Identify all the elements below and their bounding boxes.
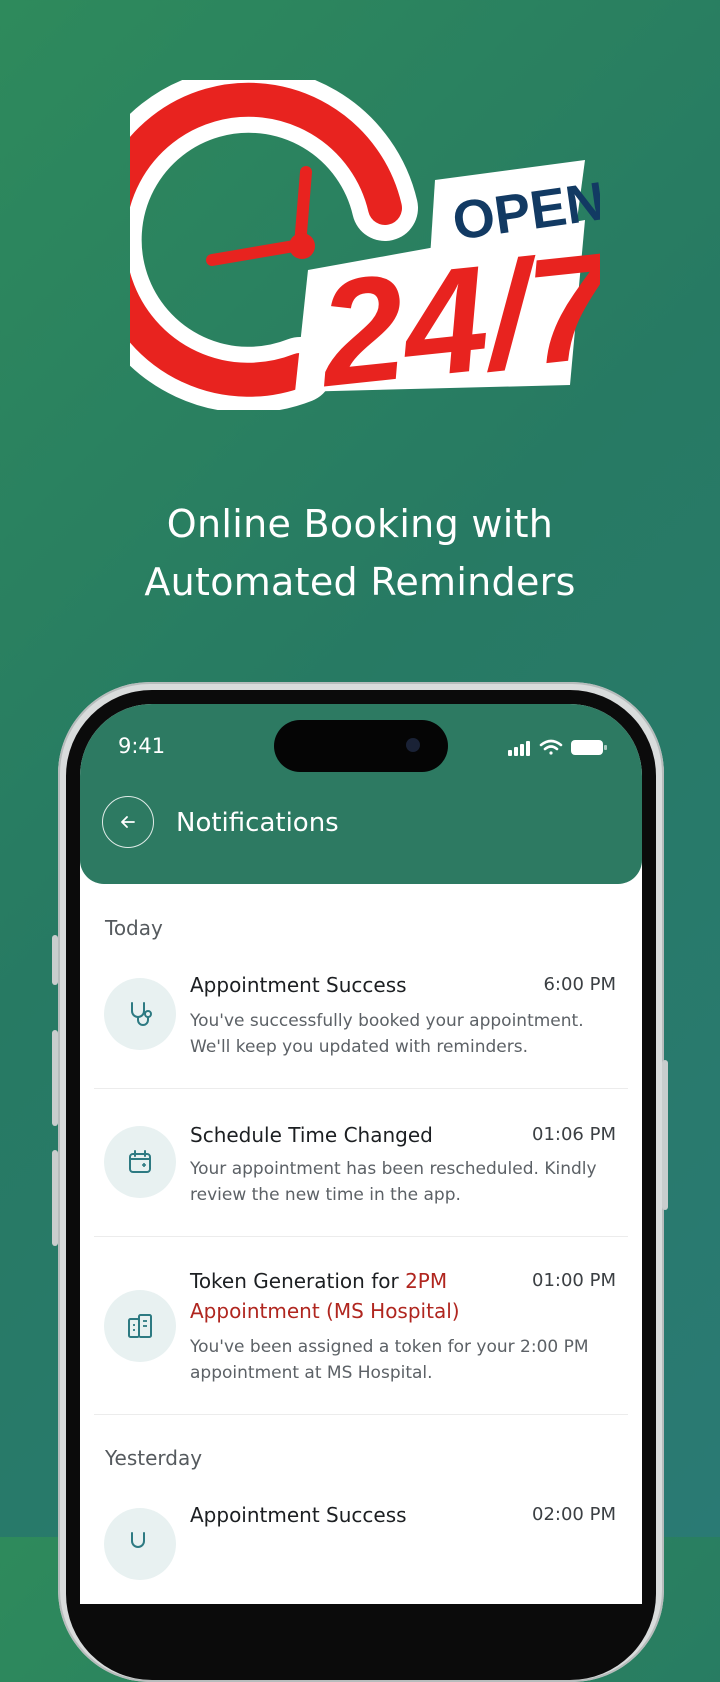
section-label-today: Today	[105, 916, 163, 940]
notification-icon	[104, 978, 176, 1050]
phone-side-button	[52, 935, 58, 985]
section-label-yesterday: Yesterday	[105, 1446, 203, 1470]
signal-icon	[508, 741, 530, 756]
notification-time: 02:00 PM	[532, 1504, 616, 1525]
phone-screen: 9:41 Notifications Today Appointment Suc…	[80, 704, 642, 1604]
status-icons	[508, 739, 607, 756]
notification-item[interactable]: Token Generation for 2PM Appointment (MS…	[80, 1264, 642, 1414]
phone-side-button	[52, 1150, 58, 1246]
arrow-left-icon	[121, 816, 135, 828]
notifications-header: 9:41 Notifications	[80, 704, 642, 884]
battery-icon	[571, 740, 607, 755]
notification-item[interactable]: Schedule Time Changed 01:06 PM Your appo…	[80, 1116, 642, 1238]
notification-item[interactable]: Appointment Success 02:00 PM	[80, 1496, 642, 1604]
dynamic-island	[274, 720, 448, 772]
stethoscope-icon	[131, 1532, 145, 1548]
open-24-7-logo: OPEN 24/7	[130, 80, 600, 410]
notification-time: 01:06 PM	[532, 1124, 616, 1145]
divider	[94, 1236, 628, 1237]
notification-title: Appointment Success	[190, 973, 407, 997]
headline-line-1: Online Booking with	[166, 502, 554, 546]
notification-item[interactable]: Appointment Success 6:00 PM You've succe…	[80, 966, 642, 1088]
notification-title: Schedule Time Changed	[190, 1123, 433, 1147]
notification-body: You've successfully booked your appointm…	[190, 1011, 584, 1057]
notification-time: 01:00 PM	[532, 1270, 616, 1291]
wifi-icon	[539, 739, 563, 755]
back-button[interactable]	[102, 796, 154, 848]
divider	[94, 1414, 628, 1415]
phone-side-button	[52, 1030, 58, 1126]
notification-title: Token Generation for 2PM Appointment (MS…	[190, 1266, 480, 1326]
notification-icon	[104, 1290, 176, 1362]
camera-dot-icon	[406, 738, 420, 752]
headline: Online Booking with Automated Reminders	[0, 495, 720, 611]
hospital-building-icon	[128, 1314, 152, 1338]
notification-icon	[104, 1508, 176, 1580]
notification-body: You've been assigned a token for your 2:…	[190, 1337, 589, 1383]
logo-24-7-text: 24/7	[309, 220, 600, 410]
notification-body: Your appointment has been rescheduled. K…	[190, 1159, 597, 1205]
calendar-icon	[129, 1150, 151, 1173]
notification-icon	[104, 1126, 176, 1198]
page-title: Notifications	[176, 808, 339, 838]
notification-title: Appointment Success	[190, 1503, 407, 1527]
notification-title-text: Token Generation for	[190, 1269, 406, 1293]
divider	[94, 1088, 628, 1089]
stethoscope-icon	[131, 1002, 152, 1026]
notification-time: 6:00 PM	[543, 974, 616, 995]
status-time: 9:41	[118, 734, 166, 758]
phone-side-button	[662, 1060, 668, 1210]
headline-line-2: Automated Reminders	[144, 560, 576, 604]
